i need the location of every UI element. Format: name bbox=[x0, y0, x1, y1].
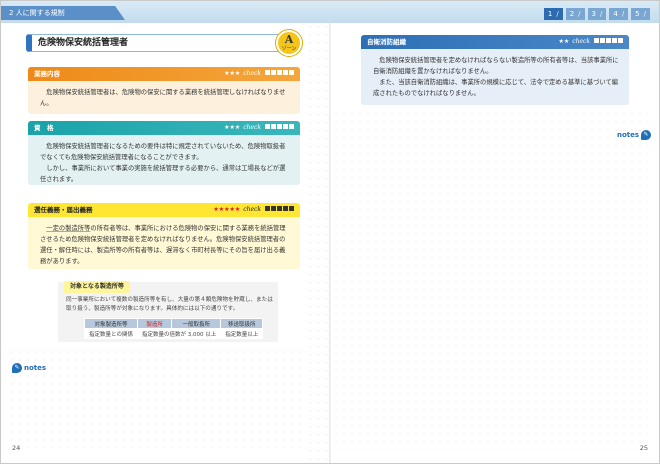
page-nav-2[interactable]: 2/ bbox=[565, 8, 585, 20]
underlined-term: 一定の製造所等 bbox=[46, 225, 91, 232]
zone-badge: A ゾーン bbox=[276, 30, 302, 56]
chapter-tab: 2 人に関する規制 bbox=[1, 6, 125, 20]
page-nav-3[interactable]: 3/ bbox=[587, 8, 607, 20]
page-nav-4[interactable]: 4/ bbox=[609, 8, 629, 20]
page-spine bbox=[329, 23, 331, 463]
table-row: 指定数量との関係 指定数量の倍数が 3,000 以上 指定数量以上 bbox=[84, 328, 264, 339]
qualification-header: 資 格 ★★★ check bbox=[28, 121, 300, 135]
duties-box: 業務内容 ★★★ check 危険物保安統括管理者は、危険物の保安に関する業務を… bbox=[28, 67, 300, 114]
table-header-cell: 製造所 bbox=[136, 318, 173, 329]
page-title: 危険物保安統括管理者 bbox=[26, 34, 288, 52]
table-cell: 指定数量の倍数が 3,000 以上 bbox=[136, 328, 222, 339]
table-header-cell: 移送取扱所 bbox=[220, 318, 264, 329]
page-nav-1[interactable]: 1/ bbox=[543, 8, 563, 20]
appointment-body: 一定の製造所等の所有者等は、事業所における危険物の保安に関する業務を統括管理させ… bbox=[28, 217, 300, 269]
appointment-header: 選任義務・届出義務 ★★★★★ check bbox=[28, 203, 300, 217]
check-rating: ★★★ check bbox=[224, 67, 294, 81]
notes-label-left: ✎ notes bbox=[12, 363, 46, 373]
table-cell: 指定数量との関係 bbox=[84, 328, 138, 339]
check-rating: ★★★★★ check bbox=[213, 203, 294, 217]
table-header-cell: 対象製造所等 bbox=[84, 318, 138, 329]
check-label: check bbox=[243, 124, 261, 131]
qualification-text-2: しかし、事業所において事業の実施を統括管理する必要から、通常は工場長などが選任さ… bbox=[40, 165, 286, 183]
checkbox-squares bbox=[264, 67, 294, 81]
star-rating: ★★ bbox=[558, 38, 570, 45]
check-rating: ★★ check bbox=[558, 35, 623, 49]
notes-text: notes bbox=[617, 131, 640, 139]
star-rating: ★★★ bbox=[224, 124, 241, 131]
duties-header: 業務内容 ★★★ check bbox=[28, 67, 300, 81]
notes-icon: ✎ bbox=[641, 130, 652, 140]
check-label: check bbox=[572, 38, 590, 45]
appointment-box: 選任義務・届出義務 ★★★★★ check 一定の製造所等の所有者等は、事業所に… bbox=[28, 203, 300, 269]
page-nav: 1/ 2/ 3/ 4/ 5/ bbox=[543, 8, 650, 20]
checkbox-squares bbox=[593, 35, 623, 49]
notes-text: notes bbox=[24, 364, 47, 372]
dot-grid-right bbox=[332, 110, 652, 450]
page-number-right: 25 bbox=[639, 444, 648, 452]
appointment-heading: 選任義務・届出義務 bbox=[34, 206, 93, 214]
target-facilities-tag: 対象となる製造所等 bbox=[64, 281, 130, 293]
zone-letter: A bbox=[284, 33, 294, 46]
appointment-text: 一定の製造所等の所有者等は、事業所における危険物の保安に関する業務を統括管理させ… bbox=[40, 223, 290, 267]
table-header-row: 対象製造所等 製造所 一般取扱所 移送取扱所 bbox=[84, 318, 264, 329]
fire-org-heading: 自衛消防組織 bbox=[367, 38, 406, 46]
duties-text: 危険物保安統括管理者は、危険物の保安に関する業務を統括管理しなければなりません。 bbox=[40, 89, 286, 107]
fire-org-body: 危険物保安統括管理者を定めなければならない製造所等の所有者等は、当該事業所に自衛… bbox=[361, 49, 629, 105]
dot-grid-left bbox=[306, 23, 328, 463]
page-number-left: 24 bbox=[12, 444, 21, 452]
section-title-wrap: 危険物保安統括管理者 A ゾーン bbox=[26, 30, 302, 56]
page-nav-5[interactable]: 5/ bbox=[631, 8, 650, 20]
check-label: check bbox=[243, 206, 261, 213]
table-header-cell: 一般取扱所 bbox=[171, 318, 222, 329]
zone-label: ゾーン bbox=[281, 46, 297, 52]
dot-grid-left-bottom bbox=[8, 348, 308, 448]
check-label: check bbox=[243, 70, 261, 77]
fire-org-text-2: また、当該自衛消防組織は、事業所の規模に応じて、法令で定める基準に基づいて編成さ… bbox=[373, 79, 619, 97]
qualification-text-1: 危険物保安統括管理者になるための要件は特に規定されていないため、危険物取扱者でな… bbox=[40, 143, 286, 161]
notes-icon: ✎ bbox=[12, 363, 22, 373]
fire-org-text-1: 危険物保安統括管理者を定めなければならない製造所等の所有者等は、当該事業所に自衛… bbox=[373, 57, 619, 75]
fire-org-box: 自衛消防組織 ★★ check 危険物保安統括管理者を定めなければならない製造所… bbox=[361, 35, 629, 105]
checkbox-squares bbox=[264, 203, 294, 217]
star-rating: ★★★★★ bbox=[213, 206, 241, 213]
notes-label-right: notes ✎ bbox=[617, 130, 652, 140]
target-facilities-text: 同一事業所において複数の製造所等を有し、大量の第４類危険物を貯蔵し、または取り扱… bbox=[66, 297, 273, 312]
duties-heading: 業務内容 bbox=[34, 70, 60, 78]
qualification-heading: 資 格 bbox=[34, 124, 54, 132]
target-facilities-table: 対象製造所等 製造所 一般取扱所 移送取扱所 指定数量との関係 指定数量の倍数が… bbox=[84, 318, 264, 339]
checkbox-squares bbox=[264, 121, 294, 135]
duties-body: 危険物保安統括管理者は、危険物の保安に関する業務を統括管理しなければなりません。 bbox=[28, 81, 300, 114]
table-cell: 指定数量以上 bbox=[220, 328, 264, 339]
qualification-box: 資 格 ★★★ check 危険物保安統括管理者になるための要件は特に規定されて… bbox=[28, 121, 300, 185]
star-rating: ★★★ bbox=[224, 70, 241, 77]
check-rating: ★★★ check bbox=[224, 121, 294, 135]
fire-org-header: 自衛消防組織 ★★ check bbox=[361, 35, 629, 49]
qualification-body: 危険物保安統括管理者になるための要件は特に規定されていないため、危険物取扱者でな… bbox=[28, 135, 300, 185]
